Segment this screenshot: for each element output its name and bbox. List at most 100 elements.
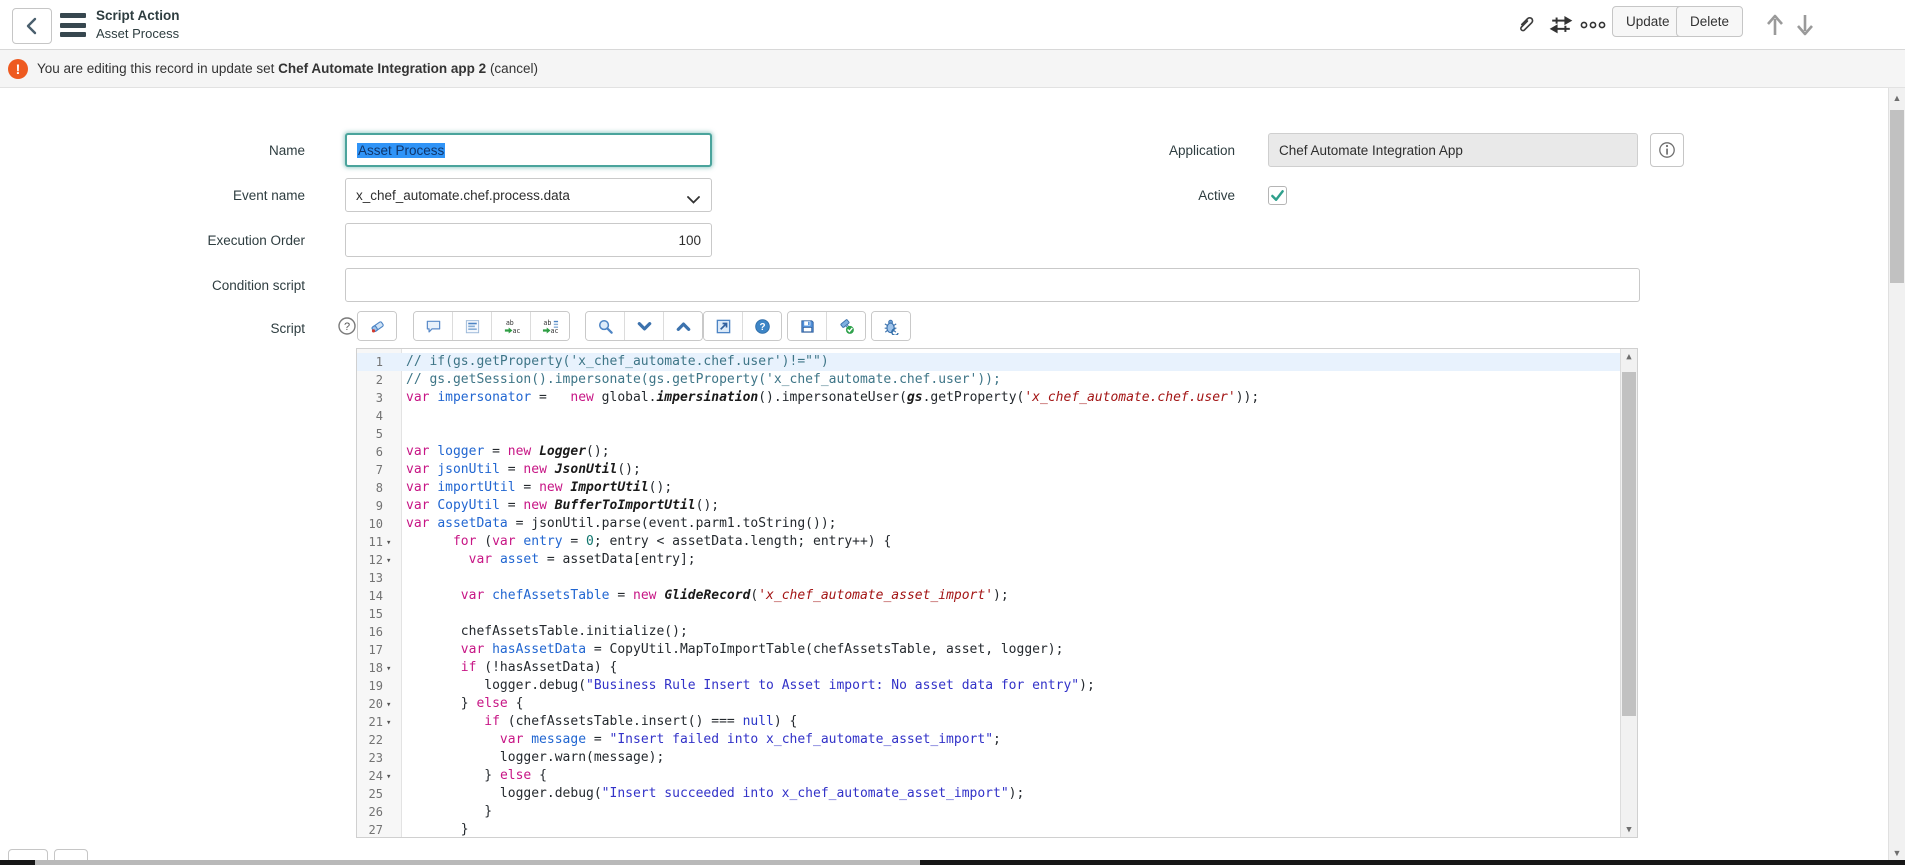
personalize-form-button[interactable] [1548, 11, 1574, 39]
toggle-comment-icon [425, 318, 442, 335]
active-checkbox[interactable] [1268, 186, 1287, 205]
syntax-macro-button[interactable] [358, 312, 396, 340]
fold-toggle-icon[interactable]: ▾ [386, 660, 398, 678]
open-window-button[interactable] [704, 312, 742, 340]
attachment-button[interactable] [1513, 11, 1539, 39]
previous-record-icon [1765, 13, 1785, 37]
fold-toggle-icon[interactable]: ▾ [386, 552, 398, 570]
horizontal-scrollbar-thumb[interactable] [35, 860, 920, 865]
cancel-link[interactable]: (cancel) [486, 61, 538, 76]
back-button[interactable] [12, 8, 52, 44]
code-line-23[interactable]: 23 logger.warn(message); [357, 749, 1620, 767]
line-number: 22 [357, 731, 383, 749]
line-number: 25 [357, 785, 383, 803]
toggle-comment-button[interactable] [414, 312, 452, 340]
line-number: 26 [357, 803, 383, 821]
context-menu-icon[interactable] [60, 13, 86, 37]
scroll-up-icon[interactable]: ▲ [1621, 349, 1637, 364]
code-line-4[interactable]: 4 [357, 407, 1620, 425]
help-icon: ? [337, 316, 357, 336]
code-text: for (var entry = 0; entry < assetData.le… [406, 533, 1620, 551]
editor-scrollbar-thumb[interactable] [1622, 372, 1636, 716]
fold-toggle-icon[interactable]: ▾ [386, 534, 398, 552]
code-line-15[interactable]: 15 [357, 605, 1620, 623]
line-number: 8 [357, 479, 383, 497]
code-line-8[interactable]: 8var importUtil = new ImportUtil(); [357, 479, 1620, 497]
name-input[interactable]: Asset Process [345, 133, 712, 167]
name-label: Name [115, 143, 305, 158]
application-field: Chef Automate Integration App [1268, 133, 1638, 167]
replace-icon: abac [503, 318, 520, 335]
script-help-button[interactable]: ? [337, 316, 357, 336]
more-options-button[interactable] [1580, 11, 1606, 39]
code-line-13[interactable]: 13 [357, 569, 1620, 587]
code-line-26[interactable]: 26 } [357, 803, 1620, 821]
code-line-1[interactable]: 1// if(gs.getProperty('x_chef_automate.c… [357, 353, 1620, 371]
editor-help-button[interactable]: ? [742, 312, 781, 340]
replace-button[interactable]: abac [491, 312, 530, 340]
previous-record-button[interactable] [1762, 11, 1788, 39]
page-scrollbar[interactable]: ▲ ▼ [1888, 88, 1905, 862]
toolbar-group-4 [787, 311, 866, 341]
code-line-12[interactable]: 12▾ var asset = assetData[entry]; [357, 551, 1620, 569]
debug-button[interactable] [872, 312, 910, 340]
toolbar-group-0 [357, 311, 397, 341]
page-scroll-up-icon[interactable]: ▲ [1889, 90, 1905, 105]
fold-toggle-icon[interactable]: ▾ [386, 696, 398, 714]
execution-order-input[interactable]: 100 [345, 223, 712, 257]
event-name-select[interactable]: x_chef_automate.chef.process.data [345, 178, 712, 212]
code-line-21[interactable]: 21▾ if (chefAssetsTable.insert() === nul… [357, 713, 1620, 731]
line-number: 11 [357, 533, 383, 551]
personalize-icon [1549, 14, 1573, 36]
syntax-check-icon [838, 318, 855, 335]
line-number: 14 [357, 587, 383, 605]
editor-lines: 1// if(gs.getProperty('x_chef_automate.c… [357, 353, 1620, 839]
code-line-19[interactable]: 19 logger.debug("Business Rule Insert to… [357, 677, 1620, 695]
code-line-17[interactable]: 17 var hasAssetData = CopyUtil.MapToImpo… [357, 641, 1620, 659]
horizontal-scrollbar[interactable] [0, 860, 1905, 865]
editor-scrollbar[interactable]: ▲ ▼ [1620, 349, 1637, 837]
code-line-7[interactable]: 7var jsonUtil = new JsonUtil(); [357, 461, 1620, 479]
code-line-27[interactable]: 27 } [357, 821, 1620, 839]
update-button[interactable]: Update [1612, 6, 1684, 37]
condition-script-input[interactable] [345, 268, 1640, 302]
syntax-check-button[interactable] [826, 312, 865, 340]
code-line-18[interactable]: 18▾ if (!hasAssetData) { [357, 659, 1620, 677]
code-line-14[interactable]: 14 var chefAssetsTable = new GlideRecord… [357, 587, 1620, 605]
fold-toggle-icon[interactable]: ▾ [386, 768, 398, 786]
code-line-16[interactable]: 16 chefAssetsTable.initialize(); [357, 623, 1620, 641]
code-line-2[interactable]: 2// gs.getSession().impersonate(gs.getPr… [357, 371, 1620, 389]
application-info-button[interactable] [1650, 133, 1684, 167]
line-number: 12 [357, 551, 383, 569]
code-line-20[interactable]: 20▾ } else { [357, 695, 1620, 713]
code-line-24[interactable]: 24▾ } else { [357, 767, 1620, 785]
header-bar: Script Action Asset Process Update Delet… [0, 0, 1905, 50]
code-line-3[interactable]: 3var impersonator = new global.impersina… [357, 389, 1620, 407]
save-button[interactable] [788, 312, 826, 340]
event-name-label: Event name [115, 188, 305, 203]
next-record-button[interactable] [1792, 11, 1818, 39]
replace-all-button[interactable]: abac [530, 312, 569, 340]
chevron-down-icon [687, 192, 700, 207]
scroll-down-icon[interactable]: ▼ [1621, 822, 1637, 837]
code-line-25[interactable]: 25 logger.debug("Insert succeeded into x… [357, 785, 1620, 803]
delete-button[interactable]: Delete [1676, 6, 1743, 37]
page-scrollbar-thumb[interactable] [1890, 110, 1904, 283]
code-line-6[interactable]: 6var logger = new Logger(); [357, 443, 1620, 461]
find-previous-button[interactable] [663, 312, 702, 340]
code-text: logger.debug("Insert succeeded into x_ch… [406, 785, 1620, 803]
next-record-icon [1795, 13, 1815, 37]
page-scroll-down-icon[interactable]: ▼ [1889, 845, 1905, 860]
code-line-10[interactable]: 10var assetData = jsonUtil.parse(event.p… [357, 515, 1620, 533]
application-value: Chef Automate Integration App [1279, 143, 1463, 158]
code-line-11[interactable]: 11▾ for (var entry = 0; entry < assetDat… [357, 533, 1620, 551]
code-line-5[interactable]: 5 [357, 425, 1620, 443]
fold-toggle-icon[interactable]: ▾ [386, 714, 398, 732]
code-line-22[interactable]: 22 var message = "Insert failed into x_c… [357, 731, 1620, 749]
script-editor[interactable]: 1// if(gs.getProperty('x_chef_automate.c… [356, 348, 1638, 838]
find-next-button[interactable] [624, 312, 663, 340]
search-button[interactable] [586, 312, 624, 340]
code-line-9[interactable]: 9var CopyUtil = new BufferToImportUtil()… [357, 497, 1620, 515]
find-next-icon [636, 318, 653, 335]
format-code-button[interactable] [452, 312, 491, 340]
